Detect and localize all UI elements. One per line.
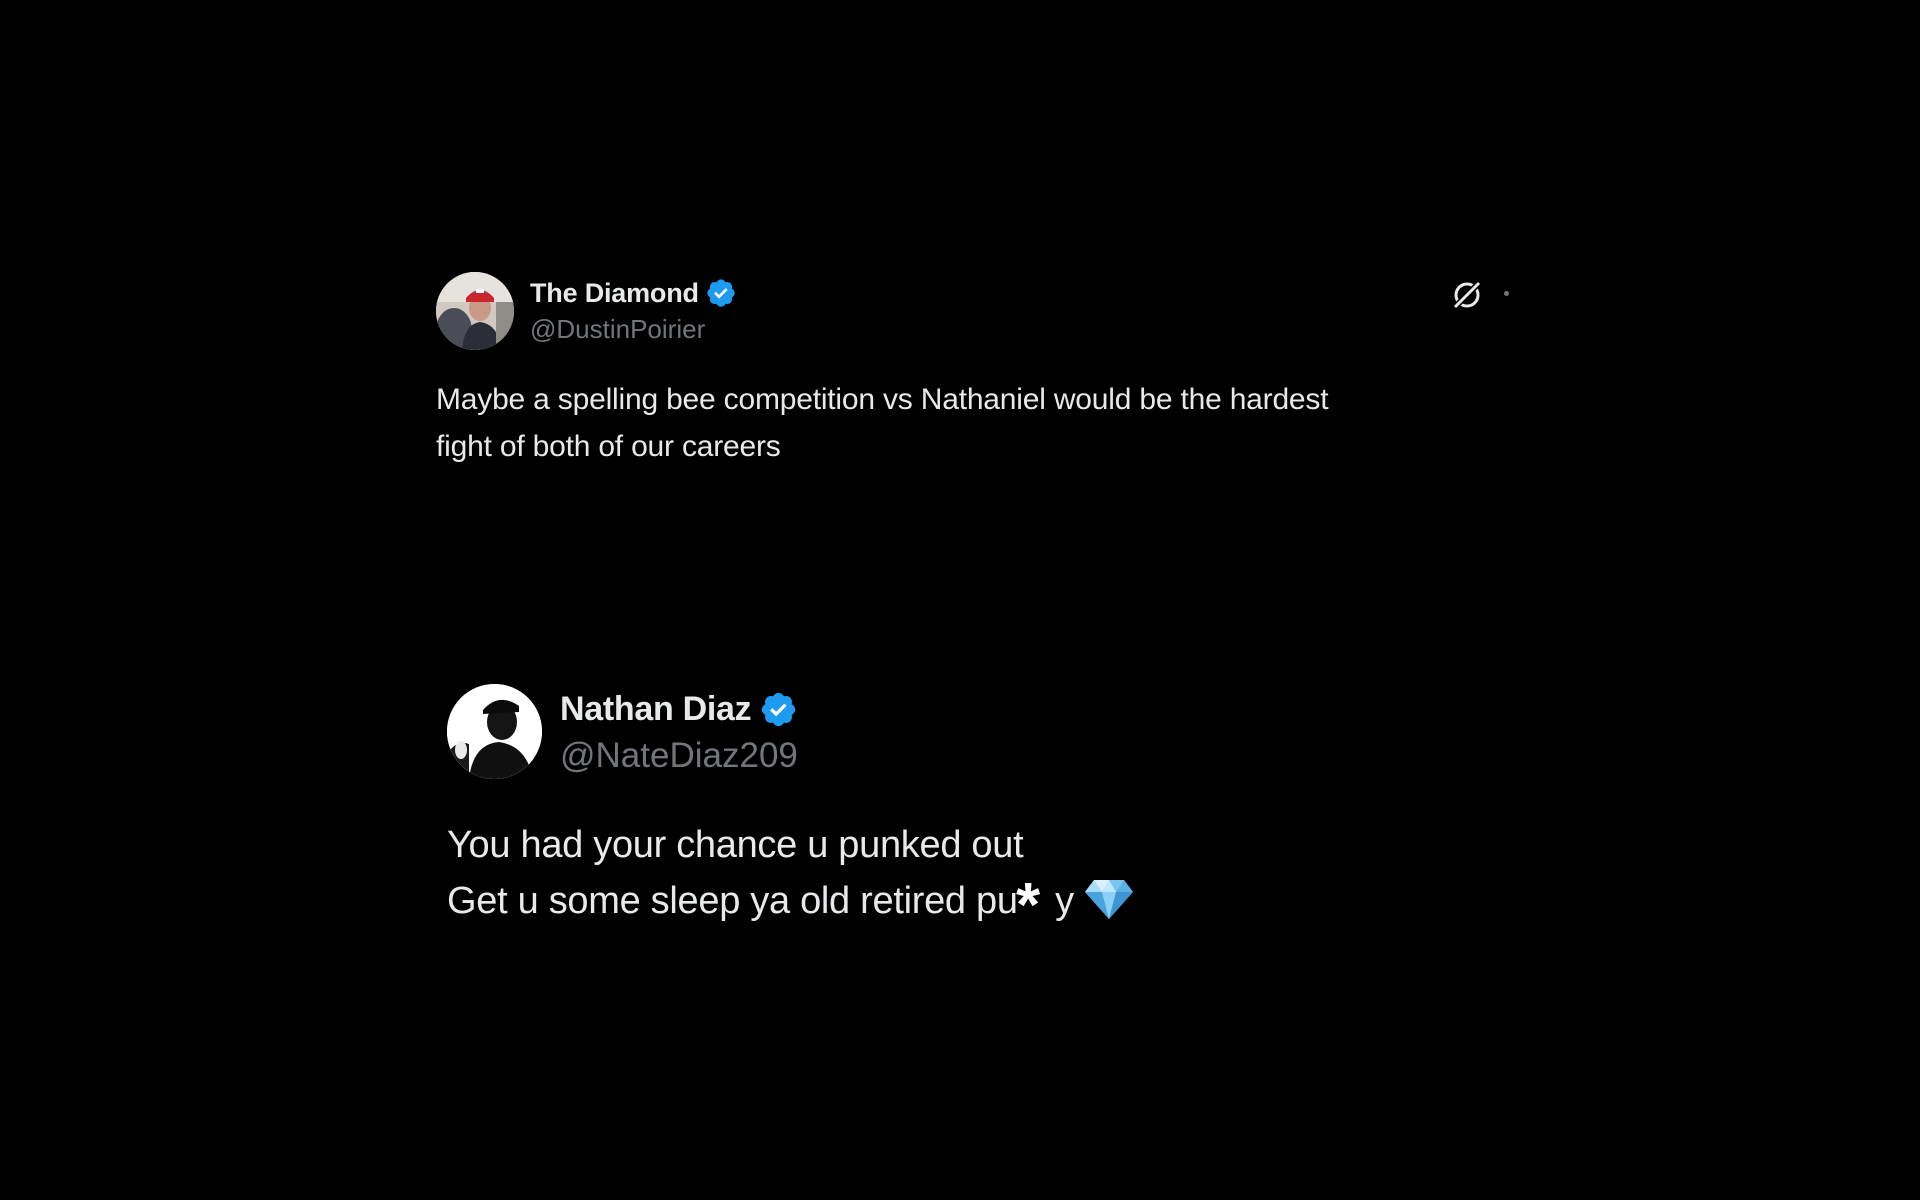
avatar-photo — [447, 684, 542, 779]
avatar[interactable] — [447, 684, 542, 779]
name-row: The Diamond — [530, 276, 737, 310]
tweet-text-line-start: Get u some sleep ya old retired pu — [447, 880, 1018, 922]
tweet-header: The Diamond @DustinPoirier — [436, 272, 1516, 352]
display-name[interactable]: Nathan Diaz — [560, 690, 752, 729]
gem-emoji-icon — [1084, 879, 1133, 919]
tweet-text-line: You had your chance u punked out — [447, 824, 1024, 866]
avatar-photo — [436, 272, 514, 350]
tweet-text-line-end: y — [1055, 880, 1074, 922]
tweet-dustin-poirier[interactable]: The Diamond @DustinPoirier Maybe a spell… — [436, 272, 1516, 470]
tweet-text-line: fight of both of our careers — [436, 430, 781, 463]
grok-icon[interactable] — [1448, 276, 1486, 314]
display-name[interactable]: The Diamond — [530, 278, 699, 309]
tweet-text-line: Maybe a spelling bee competition vs Nath… — [436, 383, 1329, 416]
name-row: Nathan Diaz — [560, 688, 798, 730]
verified-badge-icon — [762, 692, 796, 726]
tweet-text: You had your chance u punked out Get u s… — [447, 817, 1447, 937]
more-dot-icon[interactable] — [1504, 291, 1509, 296]
tweet-text-line: Get u some sleep ya old retired pu*ssy — [447, 873, 1447, 937]
verified-badge-icon — [707, 279, 735, 307]
tweet-nate-diaz[interactable]: Nathan Diaz @NateDiaz209 You had your ch… — [447, 684, 1447, 937]
tweet-header: Nathan Diaz @NateDiaz209 — [447, 684, 1447, 780]
user-handle[interactable]: @DustinPoirier — [530, 314, 705, 345]
user-handle[interactable]: @NateDiaz209 — [560, 736, 798, 776]
tweet-text: Maybe a spelling bee competition vs Nath… — [436, 376, 1516, 470]
avatar[interactable] — [436, 272, 514, 350]
screenshot-canvas: The Diamond @DustinPoirier Maybe a spell… — [0, 0, 1920, 1200]
censor-star-icon: * — [1016, 871, 1040, 940]
